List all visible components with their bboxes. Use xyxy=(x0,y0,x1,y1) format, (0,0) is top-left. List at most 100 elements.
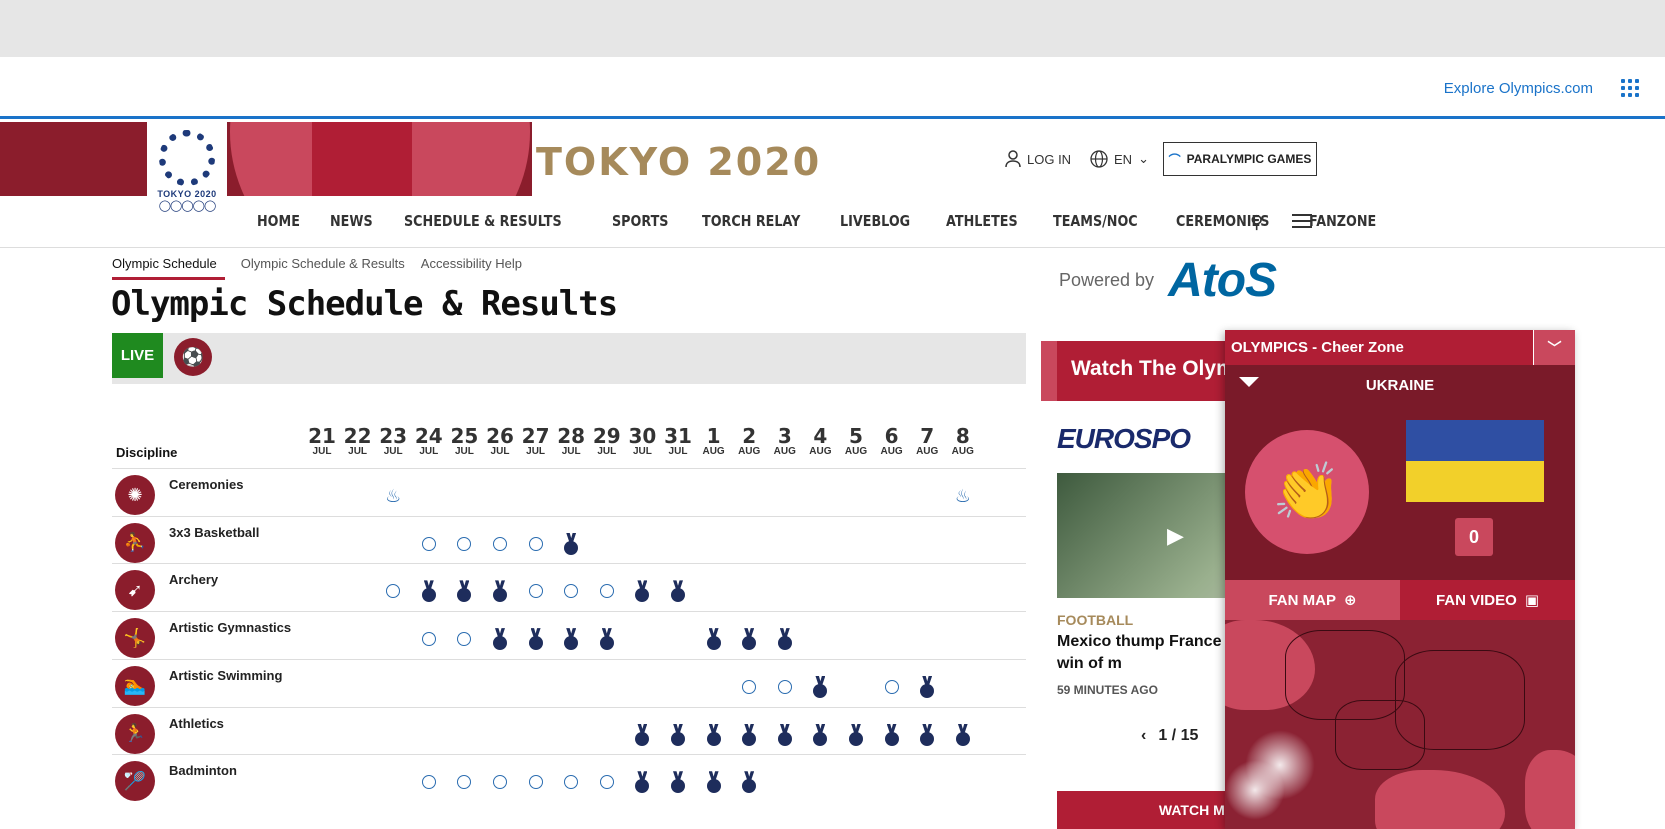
nav-item-torch-relay[interactable]: TORCH RELAY xyxy=(702,212,800,230)
archery-icon[interactable]: ➹ xyxy=(115,570,155,611)
nav-item-home[interactable]: HOME xyxy=(257,212,300,230)
fan-map[interactable] xyxy=(1225,620,1575,829)
sport-name[interactable]: Archery xyxy=(169,572,218,587)
nav-item-fanzone[interactable]: FANZONE xyxy=(1309,212,1376,230)
table-row[interactable]: 🏊 Artistic Swimming xyxy=(112,658,1026,709)
clap-button-icon[interactable]: 👏 xyxy=(1245,430,1369,554)
sport-name[interactable]: Artistic Gymnastics xyxy=(169,620,291,635)
table-row[interactable]: ⛹ 3x3 Basketball xyxy=(112,515,1026,566)
medal-event-icon[interactable] xyxy=(662,724,694,746)
event-circle-icon[interactable] xyxy=(520,533,552,555)
event-circle-icon[interactable] xyxy=(377,580,409,602)
medal-event-icon[interactable] xyxy=(698,771,730,794)
table-row[interactable]: ✺ Ceremonies ♨ ♨ xyxy=(112,468,1026,518)
atos-logo[interactable]: AtoS xyxy=(1168,253,1277,308)
sport-name[interactable]: Ceremonies xyxy=(169,477,243,492)
ceremony-flame-icon[interactable]: ♨ xyxy=(947,485,979,507)
nav-item-liveblog[interactable]: LIVEBLOG xyxy=(840,212,910,230)
medal-event-icon[interactable] xyxy=(733,628,765,651)
medal-event-icon[interactable] xyxy=(911,724,943,746)
fan-video-tab[interactable]: FAN VIDEO ▣ xyxy=(1400,580,1575,620)
medal-event-icon[interactable] xyxy=(698,628,730,651)
event-circle-icon[interactable] xyxy=(413,771,445,793)
fan-map-tab[interactable]: FAN MAP ⊕ xyxy=(1225,580,1400,620)
search-icon[interactable]: ⚲ xyxy=(1250,212,1263,233)
medal-event-icon[interactable] xyxy=(591,628,623,651)
medal-event-icon[interactable] xyxy=(626,580,658,603)
athletics-icon[interactable]: 🏃 xyxy=(115,713,155,754)
medal-event-icon[interactable] xyxy=(733,724,765,746)
basketball-icon[interactable]: ⛹ xyxy=(115,522,155,563)
table-row[interactable]: ➹ Archery xyxy=(112,563,1026,613)
language-selector[interactable]: EN ⌄ xyxy=(1090,150,1149,168)
medal-event-icon[interactable] xyxy=(769,724,801,746)
collapse-chevron-icon[interactable]: ﹀ xyxy=(1533,330,1575,365)
sport-name[interactable]: Athletics xyxy=(169,716,224,731)
gymnastics-icon[interactable]: 🤸 xyxy=(115,618,155,659)
medal-event-icon[interactable] xyxy=(733,771,765,794)
event-circle-icon[interactable] xyxy=(484,771,516,793)
medal-event-icon[interactable] xyxy=(626,771,658,794)
event-circle-icon[interactable] xyxy=(591,580,623,602)
live-badge[interactable]: LIVE xyxy=(112,333,163,378)
medal-event-icon[interactable] xyxy=(413,580,445,603)
medal-event-icon[interactable] xyxy=(555,628,587,651)
event-circle-icon[interactable] xyxy=(448,628,480,650)
medal-event-icon[interactable] xyxy=(840,724,872,746)
medal-event-icon[interactable] xyxy=(484,628,516,651)
medal-event-icon[interactable] xyxy=(520,628,552,651)
medal-event-icon[interactable] xyxy=(448,580,480,603)
event-circle-icon[interactable] xyxy=(769,676,801,698)
table-row[interactable]: 🏸 Badminton xyxy=(112,754,1026,804)
medal-event-icon[interactable] xyxy=(769,628,801,651)
medal-event-icon[interactable] xyxy=(555,533,587,555)
nav-item-teams-noc[interactable]: TEAMS/NOC xyxy=(1053,212,1138,230)
medal-event-icon[interactable] xyxy=(804,676,836,698)
nav-item-sports[interactable]: SPORTS xyxy=(612,212,668,230)
event-circle-icon[interactable] xyxy=(520,580,552,602)
event-circle-icon[interactable] xyxy=(448,533,480,555)
nav-item-schedule-results[interactable]: SCHEDULE & RESULTS xyxy=(404,212,562,230)
swimming-icon[interactable]: 🏊 xyxy=(115,665,155,706)
event-circle-icon[interactable] xyxy=(733,676,765,698)
ceremony-flame-icon[interactable]: ♨ xyxy=(377,485,409,507)
medal-event-icon[interactable] xyxy=(662,771,694,794)
apps-grid-icon[interactable] xyxy=(1621,79,1639,97)
event-circle-icon[interactable] xyxy=(520,771,552,793)
login-link[interactable]: LOG IN xyxy=(1005,150,1071,168)
event-circle-icon[interactable] xyxy=(484,533,516,555)
medal-event-icon[interactable] xyxy=(947,724,979,746)
paralympic-games-button[interactable]: ⌒ PARALYMPIC GAMES xyxy=(1163,142,1317,176)
event-circle-icon[interactable] xyxy=(555,580,587,602)
event-circle-icon[interactable] xyxy=(591,771,623,793)
play-icon[interactable]: ▶ xyxy=(1167,523,1184,549)
event-circle-icon[interactable] xyxy=(448,771,480,793)
country-selector[interactable]: UKRAINE xyxy=(1225,365,1575,405)
table-row[interactable]: 🏃 Athletics xyxy=(112,706,1026,757)
medal-event-icon[interactable] xyxy=(804,724,836,746)
explore-olympics-link[interactable]: Explore Olympics.com xyxy=(1444,80,1593,97)
subtab-olympic-schedule-results[interactable]: Olympic Schedule & Results xyxy=(241,256,405,280)
chevron-left-icon[interactable]: ‹ xyxy=(1141,727,1146,745)
subtab-accessibility-help[interactable]: Accessibility Help xyxy=(421,256,522,280)
medal-event-icon[interactable] xyxy=(662,580,694,603)
sport-name[interactable]: Artistic Swimming xyxy=(169,668,282,683)
medal-event-icon[interactable] xyxy=(626,724,658,746)
medal-event-icon[interactable] xyxy=(876,724,908,746)
badminton-icon[interactable]: 🏸 xyxy=(115,761,155,802)
football-live-icon[interactable]: ⚽ xyxy=(174,338,212,376)
sport-name[interactable]: Badminton xyxy=(169,763,237,778)
table-row[interactable]: 🤸 Artistic Gymnastics xyxy=(112,611,1026,661)
sport-name[interactable]: 3x3 Basketball xyxy=(169,525,259,540)
subtab-olympic-schedule[interactable]: Olympic Schedule xyxy=(112,256,225,280)
event-circle-icon[interactable] xyxy=(413,533,445,555)
tokyo-2020-logo[interactable]: TOKYO 2020 ◯◯◯◯◯ xyxy=(147,122,227,222)
nav-item-news[interactable]: NEWS xyxy=(330,212,373,230)
medal-event-icon[interactable] xyxy=(484,580,516,603)
ceremonies-icon[interactable]: ✺ xyxy=(115,475,155,515)
event-circle-icon[interactable] xyxy=(555,771,587,793)
event-circle-icon[interactable] xyxy=(876,676,908,698)
event-circle-icon[interactable] xyxy=(413,628,445,650)
medal-event-icon[interactable] xyxy=(698,724,730,746)
medal-event-icon[interactable] xyxy=(911,676,943,698)
